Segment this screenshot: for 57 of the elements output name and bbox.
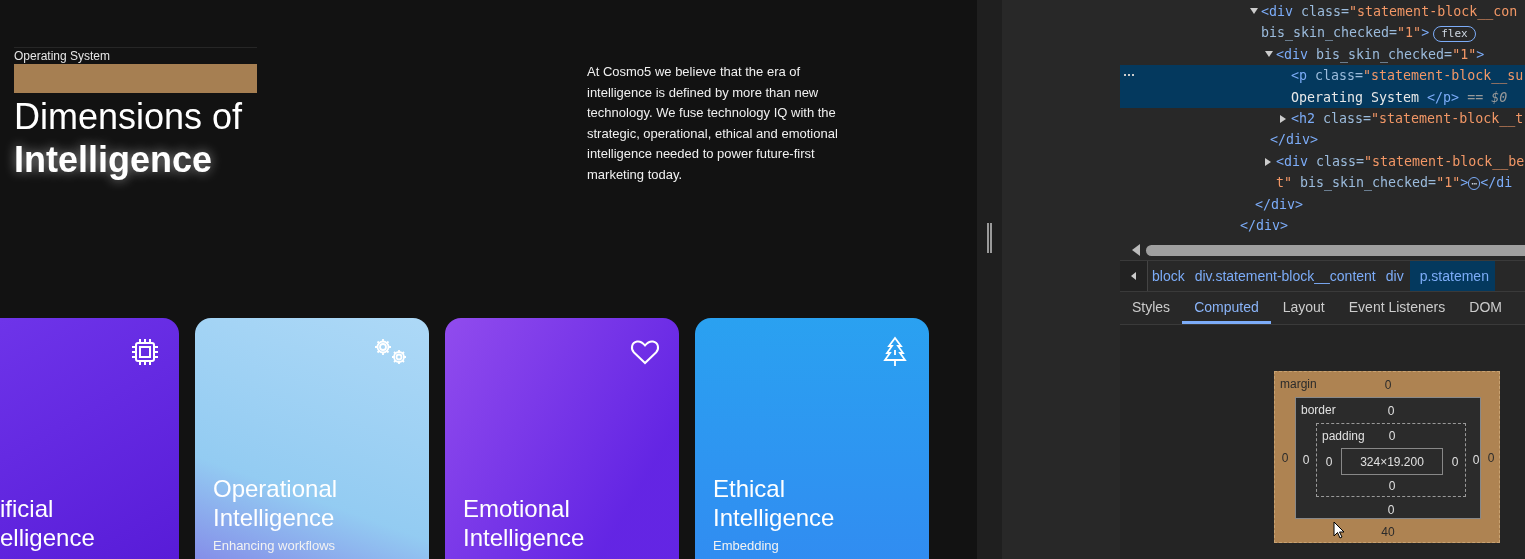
dom-node-line[interactable]: bis_skin_checked="1"> flex: [1120, 22, 1525, 44]
dom-node-line[interactable]: <div class="statement-block__be: [1120, 150, 1525, 173]
mouse-cursor-icon: [1333, 521, 1345, 539]
dom-node-line[interactable]: <h2 class="statement-block__t: [1120, 107, 1525, 130]
box-value: 0: [1388, 429, 1396, 443]
box-value: 0: [1472, 453, 1480, 467]
grip-handle-icon[interactable]: [987, 222, 992, 253]
scroll-left-button[interactable]: [1120, 261, 1148, 291]
card-title: ificial elligence: [0, 494, 95, 552]
box-value: 0: [1388, 479, 1396, 493]
section-heading: Intelligence: [14, 138, 213, 181]
feature-card[interactable]: ificial elligence: [0, 318, 179, 559]
expand-arrow-icon[interactable]: [1250, 8, 1258, 14]
box-value: 0: [1487, 451, 1495, 465]
box-label: margin: [1280, 377, 1317, 391]
feature-card[interactable]: Emotional Intelligence: [445, 318, 679, 559]
breadcrumb[interactable]: div: [1381, 261, 1410, 291]
card-subtitle: Enhancing workflows: [213, 538, 336, 553]
intro-paragraph: At Cosmo5 we believe that the era of intelligence is defined by more than new technology. We fuse technology IQ with the strategic, operational, ethical and emotional intelligence needed to power future-first marketing today.: [587, 63, 839, 184]
box-value: 0: [1387, 502, 1395, 517]
box-label: border: [1301, 403, 1336, 417]
expand-arrow-icon[interactable]: [1265, 50, 1273, 57]
panel-tab[interactable]: Layout: [1270, 292, 1337, 324]
box-value: 0: [1384, 377, 1392, 392]
dom-node-line[interactable]: <div bis_skin_checked="1">: [1120, 43, 1525, 66]
breadcrumb[interactable]: div.statement-block__content: [1190, 261, 1382, 291]
card-title: Emotional Intelligence: [463, 494, 585, 552]
section-heading: Dimensions of: [14, 95, 243, 138]
chip-icon: [129, 336, 161, 368]
card-subtitle: Embedding: [713, 538, 779, 553]
dom-node-line[interactable]: <div class="statement-block__con: [1120, 1, 1525, 23]
dom-node-line[interactable]: </div>: [1120, 214, 1525, 237]
breadcrumb[interactable]: p.statemen: [1409, 261, 1495, 291]
box-value: 0: [1302, 453, 1310, 467]
breadcrumb[interactable]: block: [1148, 261, 1191, 291]
eyebrow-label: Operating System: [14, 49, 111, 64]
dom-node-line[interactable]: </div>: [1120, 129, 1525, 151]
expand-arrow-icon[interactable]: [1265, 157, 1271, 166]
more-options-icon[interactable]: [1124, 74, 1134, 77]
dom-node-line[interactable]: </div>: [1120, 193, 1525, 215]
selected-dom-node[interactable]: <p class="statement-block__su: [1120, 65, 1525, 87]
expand-arrow-icon[interactable]: [1280, 114, 1286, 123]
selected-dom-node[interactable]: Operating System </p> == $0: [1120, 86, 1525, 108]
panel-tab[interactable]: DOM: [1457, 292, 1514, 324]
box-value: 0: [1451, 454, 1459, 469]
content-size: 324×19.200: [1341, 448, 1443, 475]
dom-node-line[interactable]: t" bis_skin_checked="1"> ⋯ </di: [1120, 172, 1525, 194]
box-value: 0: [1387, 403, 1395, 418]
box-value: 0: [1325, 454, 1333, 469]
scrollbar-thumb[interactable]: [1146, 244, 1525, 256]
box-value: 40: [1381, 524, 1395, 539]
card-title: Ethical Intelligence: [713, 474, 835, 532]
card-title: Operational Intelligence: [213, 474, 338, 532]
box-value: 0: [1281, 451, 1289, 465]
panel-tab[interactable]: Styles: [1120, 292, 1183, 324]
panel-tab[interactable]: Event Listeners: [1336, 292, 1458, 324]
box-label: padding: [1322, 429, 1365, 443]
